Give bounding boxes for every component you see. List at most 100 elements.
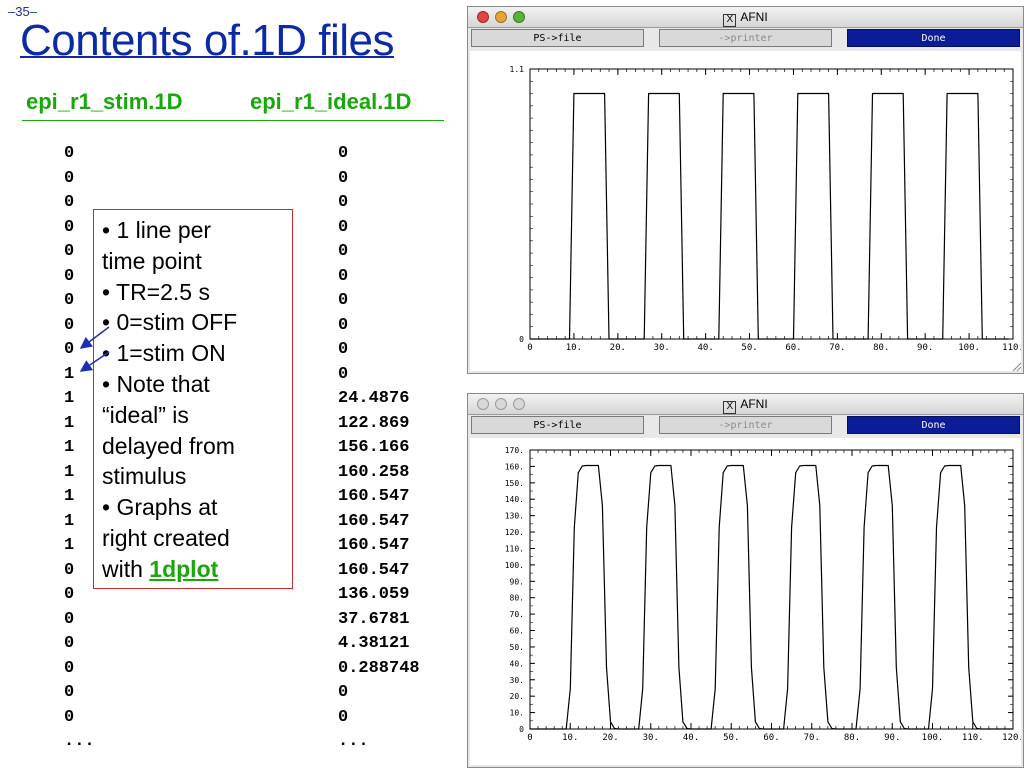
arrow-stim-off: [79, 326, 110, 349]
ideal-value: 0: [338, 217, 349, 237]
note-line: “ideal” is: [102, 401, 189, 428]
note-line: right created: [102, 524, 230, 551]
y-tick-label: 30.: [510, 676, 524, 685]
stim-plot: 0 10. 20. 30. 40. 50. 60. 70. 80. 90. 100. 110. 0 1.1: [510, 65, 1021, 353]
x-tick-label: 40.: [683, 733, 699, 743]
x-tick-label: 100.: [922, 733, 944, 743]
ideal-plot: 0 10. 20. 30. 40. 50. 60. 70. 80. 90. 100. 110. 120.…: [505, 446, 1021, 743]
stim-value: 0: [64, 560, 75, 580]
stim-value: 1: [64, 487, 75, 506]
ideal-value: 0: [338, 707, 349, 727]
afni-window-ideal[interactable]: X AFNI PS->file ->printer Done 0 10. 20. 30.…: [467, 393, 1024, 768]
y-tick-label: 40.: [510, 659, 524, 668]
y-tick-label: 170.: [505, 446, 524, 455]
ideal-value: 122.869: [338, 413, 410, 433]
x-tick-label: 110.: [1002, 343, 1021, 353]
ps-file-button[interactable]: PS->file: [471, 29, 644, 47]
ideal-value: 0: [338, 683, 349, 702]
y-tick-label: 10.: [510, 709, 524, 718]
1dplot-link[interactable]: 1dplot: [149, 556, 218, 582]
note-line: stimulus: [102, 463, 187, 490]
note-last-prefix: with: [102, 555, 150, 582]
series-line: [530, 92, 1009, 340]
x-tick-label: 80.: [873, 343, 889, 353]
x-tick-label: 90.: [884, 733, 900, 743]
done-button[interactable]: Done: [847, 416, 1020, 434]
x-tick-label: 100.: [958, 343, 980, 353]
stim-value: 0: [64, 585, 75, 604]
printer-button[interactable]: ->printer: [659, 29, 832, 47]
stim-value: 0: [64, 707, 75, 727]
y-tick-label: 90.: [510, 577, 524, 586]
y-tick-label: 160.: [505, 462, 524, 471]
printer-button[interactable]: ->printer: [659, 416, 832, 434]
note-line: • Graphs at: [102, 494, 218, 521]
stim-value: 1: [64, 413, 75, 433]
y-tick-label: 130.: [505, 512, 524, 521]
annotation-arrows: [79, 326, 110, 372]
stim-value: 1: [64, 511, 75, 531]
series-line: [530, 464, 1013, 730]
note-line-last: with 1dplot: [102, 554, 286, 585]
ideal-value: 0: [338, 168, 349, 188]
window-title: X AFNI: [468, 397, 1023, 414]
ideal-value: 160.547: [338, 511, 410, 531]
resize-grip-icon[interactable]: [1010, 360, 1022, 372]
x-tick-label: 90.: [917, 343, 933, 353]
window-titlebar[interactable]: X AFNI: [468, 394, 1023, 415]
plot-area: 0 10. 20. 30. 40. 50. 60. 70. 80. 90. 100. 110. 0 1.1: [470, 51, 1021, 371]
ideal-value: 160.547: [338, 560, 410, 580]
y-tick-label: 20.: [510, 692, 524, 701]
x-tick-label: 60.: [785, 343, 801, 353]
y-tick-label: 70.: [510, 610, 524, 619]
done-button[interactable]: Done: [847, 29, 1020, 47]
ideal-value: 156.166: [338, 438, 410, 457]
ideal-value: 0: [338, 144, 349, 163]
plot-frame: [529, 68, 1014, 340]
ideal-value: 0: [338, 315, 349, 335]
y-tick-label: 100.: [505, 561, 524, 570]
x-tick-label: 70.: [829, 343, 845, 353]
window-title: X AFNI: [468, 10, 1023, 27]
afni-window-stim[interactable]: X AFNI PS->file ->printer Done 0 10. 20. 30.…: [467, 6, 1024, 374]
ideal-value: 136.059: [338, 585, 410, 604]
x-tick-label: 50.: [741, 343, 757, 353]
ideal-values-column: 0 0 0 0 0 0 0 0 0 0 24.4876 122.869 156.166 160.258 16…: [338, 142, 420, 755]
x-tick-label: 60.: [763, 733, 779, 743]
ps-file-button[interactable]: PS->file: [471, 416, 644, 434]
x-tick-label: 0: [527, 733, 532, 743]
stim-value: 0: [64, 609, 75, 629]
x-tick-label: 30.: [654, 343, 670, 353]
x-tick-label: 40.: [698, 343, 714, 353]
ideal-value: 160.547: [338, 487, 410, 506]
ideal-value: 0.288748: [338, 658, 420, 678]
ideal-value: 0: [338, 193, 349, 212]
ideal-value: 0: [338, 266, 349, 286]
x-tick-label: 80.: [844, 733, 860, 743]
x11-icon: X: [723, 401, 737, 414]
y-tick-label: 150.: [505, 479, 524, 488]
window-titlebar[interactable]: X AFNI: [468, 7, 1023, 28]
x-tick-label: 0: [527, 343, 532, 353]
plot-area: 0 10. 20. 30. 40. 50. 60. 70. 80. 90. 100. 110. 120.…: [470, 438, 1021, 765]
stim-value: 0: [64, 658, 75, 678]
y-tick-label: 1.1: [510, 65, 525, 74]
stim-value: 0: [64, 683, 75, 702]
ideal-value: 0: [338, 340, 349, 359]
x-tick-label: 10.: [562, 733, 578, 743]
stim-value: 0: [64, 634, 75, 653]
y-tick-label: 50.: [510, 643, 524, 652]
x-tick-label: 110.: [962, 733, 984, 743]
ideal-value: ...: [338, 732, 369, 751]
ideal-value: 0: [338, 291, 349, 310]
y-tick-label: 80.: [510, 594, 524, 603]
x-tick-label: 50.: [723, 733, 739, 743]
x-tick-label: 20.: [610, 343, 626, 353]
y-tick-label: 0: [519, 335, 524, 344]
note-line: delayed from: [102, 432, 235, 459]
y-tick-label: 140.: [505, 495, 524, 504]
y-tick-label: 110.: [505, 544, 524, 553]
stim-value: 1: [64, 462, 75, 482]
x-tick-label: 10.: [566, 343, 582, 353]
y-tick-label: 0: [519, 725, 524, 734]
